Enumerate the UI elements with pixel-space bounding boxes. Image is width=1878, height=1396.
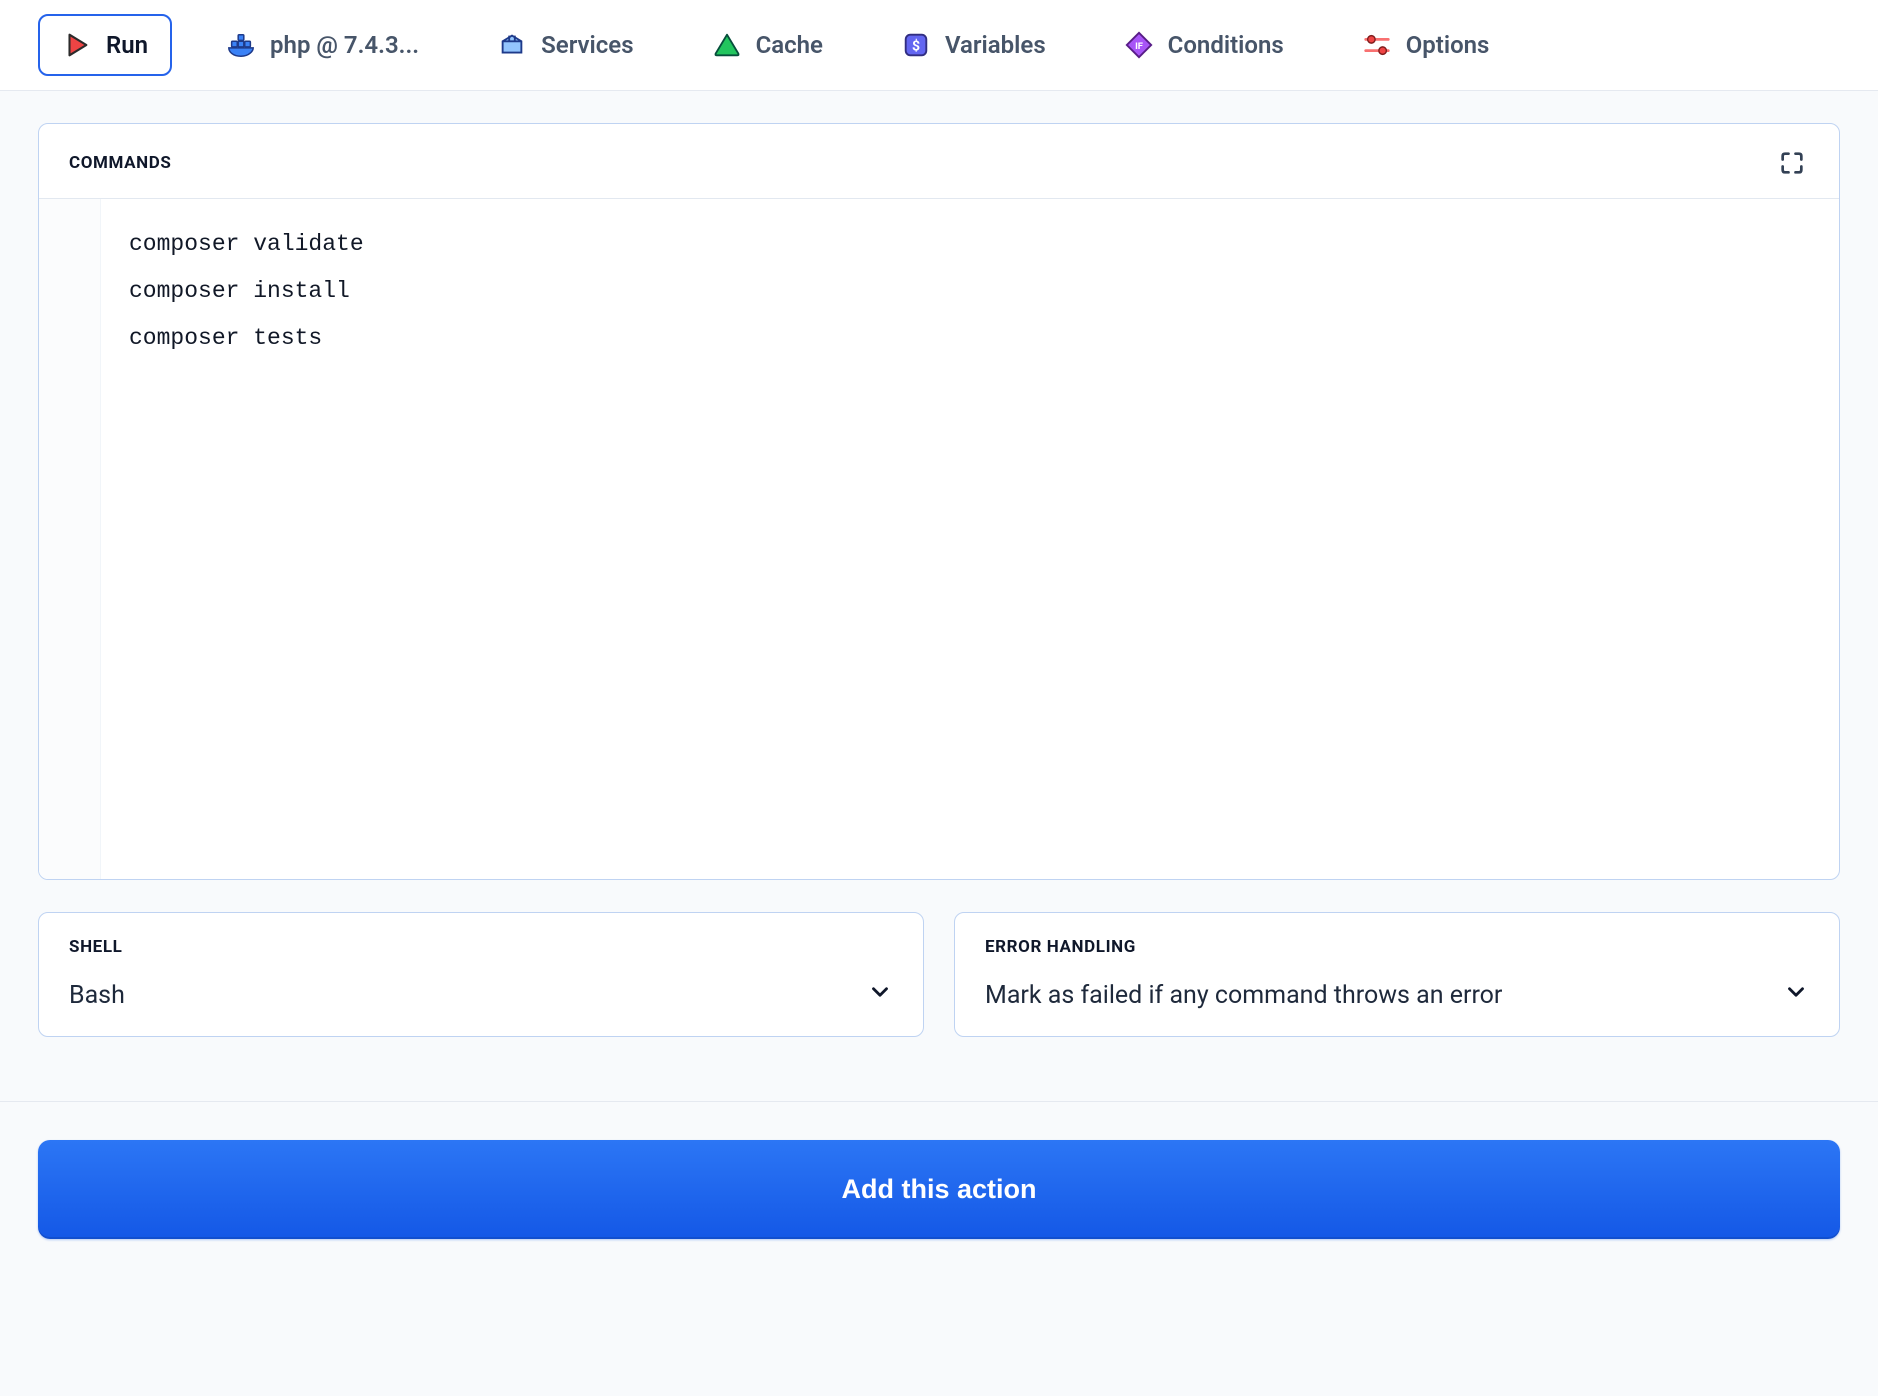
commands-title: COMMANDS [69,153,172,173]
shell-select[interactable]: SHELL Bash [38,912,924,1037]
tab-services[interactable]: Services [473,14,657,76]
sliders-icon [1362,30,1392,60]
svg-text:IF: IF [1135,41,1143,52]
tab-label: Options [1406,31,1490,59]
tab-cache[interactable]: Cache [688,14,847,76]
tab-label: Run [106,31,148,59]
package-icon [497,30,527,60]
fullscreen-button[interactable] [1775,146,1809,180]
error-handling-select[interactable]: ERROR HANDLING Mark as failed if any com… [954,912,1840,1037]
tab-run[interactable]: Run [38,14,172,76]
docker-icon [226,30,256,60]
commands-panel-header: COMMANDS [39,124,1839,199]
footer: Add this action [0,1101,1878,1277]
tab-label: php @ 7.4.3... [270,31,419,59]
tab-variables[interactable]: $ Variables [877,14,1070,76]
commands-code[interactable]: composer validate composer install compo… [101,199,1839,879]
error-handling-value: Mark as failed if any command throws an … [985,981,1502,1010]
commands-editor[interactable]: composer validate composer install compo… [39,199,1839,879]
diamond-icon: IF [1124,30,1154,60]
svg-text:$: $ [912,38,920,55]
tab-label: Services [541,31,633,59]
play-icon [62,30,92,60]
main-content: COMMANDS composer validate composer inst… [0,91,1878,1061]
editor-gutter [39,199,101,879]
tab-conditions[interactable]: IF Conditions [1100,14,1308,76]
chevron-down-icon [867,979,893,1012]
settings-row: SHELL Bash ERROR HANDLING Mark as failed… [38,912,1840,1037]
tabs-bar: Run php @ 7.4.3... Service [0,0,1878,91]
add-action-button[interactable]: Add this action [38,1140,1840,1239]
tab-label: Variables [945,31,1046,59]
tab-label: Conditions [1168,31,1284,59]
commands-panel: COMMANDS composer validate composer inst… [38,123,1840,880]
shell-value: Bash [69,981,125,1010]
tab-php[interactable]: php @ 7.4.3... [202,14,443,76]
tab-label: Cache [756,31,823,59]
dollar-icon: $ [901,30,931,60]
shell-label: SHELL [69,937,893,957]
chevron-down-icon [1783,979,1809,1012]
error-handling-label: ERROR HANDLING [985,937,1809,957]
triangle-icon [712,30,742,60]
tab-options[interactable]: Options [1338,14,1514,76]
